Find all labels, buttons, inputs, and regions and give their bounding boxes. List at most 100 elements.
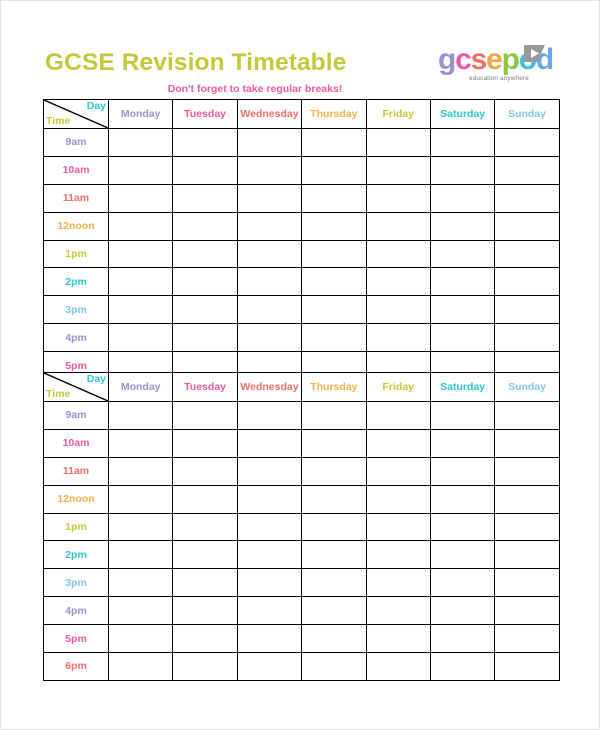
timetable-slot-cell[interactable] xyxy=(365,211,431,241)
timetable-slot-cell[interactable] xyxy=(494,456,560,486)
timetable-slot-cell[interactable] xyxy=(236,456,303,486)
timetable-slot-cell[interactable] xyxy=(365,428,431,458)
timetable-slot-cell[interactable] xyxy=(494,295,560,325)
timetable-slot-cell[interactable] xyxy=(236,239,303,269)
timetable-slot-cell[interactable] xyxy=(494,155,560,185)
timetable-slot-cell[interactable] xyxy=(301,456,367,486)
timetable-slot-cell[interactable] xyxy=(494,540,560,570)
timetable-slot-cell[interactable] xyxy=(301,155,367,185)
timetable-slot-cell[interactable] xyxy=(429,512,496,542)
timetable-slot-cell[interactable] xyxy=(429,484,496,514)
timetable-slot-cell[interactable] xyxy=(494,484,560,514)
timetable-slot-cell[interactable] xyxy=(172,183,238,213)
timetable-slot-cell[interactable] xyxy=(365,267,431,297)
timetable-slot-cell[interactable] xyxy=(429,211,496,241)
timetable-slot-cell[interactable] xyxy=(365,155,431,185)
timetable-slot-cell[interactable] xyxy=(107,624,174,654)
timetable-slot-cell[interactable] xyxy=(236,652,303,681)
timetable-slot-cell[interactable] xyxy=(172,155,238,185)
timetable-slot-cell[interactable] xyxy=(494,596,560,626)
timetable-slot-cell[interactable] xyxy=(429,596,496,626)
timetable-slot-cell[interactable] xyxy=(236,211,303,241)
timetable-slot-cell[interactable] xyxy=(301,211,367,241)
timetable-slot-cell[interactable] xyxy=(301,401,367,430)
timetable-slot-cell[interactable] xyxy=(107,211,174,241)
timetable-slot-cell[interactable] xyxy=(429,428,496,458)
timetable-slot-cell[interactable] xyxy=(301,624,367,654)
timetable-slot-cell[interactable] xyxy=(107,323,174,353)
timetable-slot-cell[interactable] xyxy=(365,624,431,654)
timetable-slot-cell[interactable] xyxy=(301,183,367,213)
timetable-slot-cell[interactable] xyxy=(429,239,496,269)
timetable-slot-cell[interactable] xyxy=(429,540,496,570)
timetable-slot-cell[interactable] xyxy=(172,401,238,430)
timetable-slot-cell[interactable] xyxy=(365,128,431,157)
timetable-slot-cell[interactable] xyxy=(494,323,560,353)
timetable-slot-cell[interactable] xyxy=(107,267,174,297)
timetable-slot-cell[interactable] xyxy=(236,428,303,458)
timetable-slot-cell[interactable] xyxy=(172,512,238,542)
timetable-slot-cell[interactable] xyxy=(172,456,238,486)
timetable-slot-cell[interactable] xyxy=(172,295,238,325)
timetable-slot-cell[interactable] xyxy=(365,652,431,681)
timetable-slot-cell[interactable] xyxy=(236,596,303,626)
timetable-slot-cell[interactable] xyxy=(236,295,303,325)
timetable-slot-cell[interactable] xyxy=(236,128,303,157)
timetable-slot-cell[interactable] xyxy=(429,568,496,598)
timetable-slot-cell[interactable] xyxy=(107,652,174,681)
timetable-slot-cell[interactable] xyxy=(236,401,303,430)
timetable-slot-cell[interactable] xyxy=(236,484,303,514)
timetable-slot-cell[interactable] xyxy=(107,428,174,458)
timetable-slot-cell[interactable] xyxy=(494,401,560,430)
timetable-slot-cell[interactable] xyxy=(236,183,303,213)
timetable-slot-cell[interactable] xyxy=(107,568,174,598)
timetable-slot-cell[interactable] xyxy=(429,652,496,681)
timetable-slot-cell[interactable] xyxy=(494,239,560,269)
timetable-slot-cell[interactable] xyxy=(107,183,174,213)
timetable-slot-cell[interactable] xyxy=(494,128,560,157)
timetable-slot-cell[interactable] xyxy=(107,128,174,157)
timetable-slot-cell[interactable] xyxy=(494,512,560,542)
timetable-slot-cell[interactable] xyxy=(301,267,367,297)
timetable-slot-cell[interactable] xyxy=(172,652,238,681)
timetable-slot-cell[interactable] xyxy=(301,512,367,542)
timetable-slot-cell[interactable] xyxy=(107,596,174,626)
timetable-slot-cell[interactable] xyxy=(365,456,431,486)
timetable-slot-cell[interactable] xyxy=(107,456,174,486)
timetable-slot-cell[interactable] xyxy=(236,540,303,570)
timetable-slot-cell[interactable] xyxy=(494,211,560,241)
timetable-slot-cell[interactable] xyxy=(494,428,560,458)
timetable-slot-cell[interactable] xyxy=(172,568,238,598)
timetable-slot-cell[interactable] xyxy=(107,484,174,514)
timetable-slot-cell[interactable] xyxy=(301,128,367,157)
timetable-slot-cell[interactable] xyxy=(236,323,303,353)
timetable-slot-cell[interactable] xyxy=(172,428,238,458)
timetable-slot-cell[interactable] xyxy=(172,323,238,353)
timetable-slot-cell[interactable] xyxy=(301,239,367,269)
timetable-slot-cell[interactable] xyxy=(107,155,174,185)
timetable-slot-cell[interactable] xyxy=(236,512,303,542)
timetable-slot-cell[interactable] xyxy=(107,295,174,325)
timetable-slot-cell[interactable] xyxy=(172,484,238,514)
timetable-slot-cell[interactable] xyxy=(172,211,238,241)
timetable-slot-cell[interactable] xyxy=(429,183,496,213)
timetable-slot-cell[interactable] xyxy=(365,568,431,598)
timetable-slot-cell[interactable] xyxy=(365,484,431,514)
timetable-slot-cell[interactable] xyxy=(301,540,367,570)
timetable-slot-cell[interactable] xyxy=(494,624,560,654)
timetable-slot-cell[interactable] xyxy=(107,540,174,570)
timetable-slot-cell[interactable] xyxy=(365,540,431,570)
timetable-slot-cell[interactable] xyxy=(172,128,238,157)
timetable-slot-cell[interactable] xyxy=(107,239,174,269)
timetable-slot-cell[interactable] xyxy=(301,596,367,626)
timetable-slot-cell[interactable] xyxy=(301,295,367,325)
timetable-slot-cell[interactable] xyxy=(301,652,367,681)
timetable-slot-cell[interactable] xyxy=(429,323,496,353)
timetable-slot-cell[interactable] xyxy=(429,155,496,185)
timetable-slot-cell[interactable] xyxy=(429,267,496,297)
timetable-slot-cell[interactable] xyxy=(301,323,367,353)
timetable-slot-cell[interactable] xyxy=(301,568,367,598)
timetable-slot-cell[interactable] xyxy=(494,652,560,681)
timetable-slot-cell[interactable] xyxy=(301,428,367,458)
timetable-slot-cell[interactable] xyxy=(429,128,496,157)
